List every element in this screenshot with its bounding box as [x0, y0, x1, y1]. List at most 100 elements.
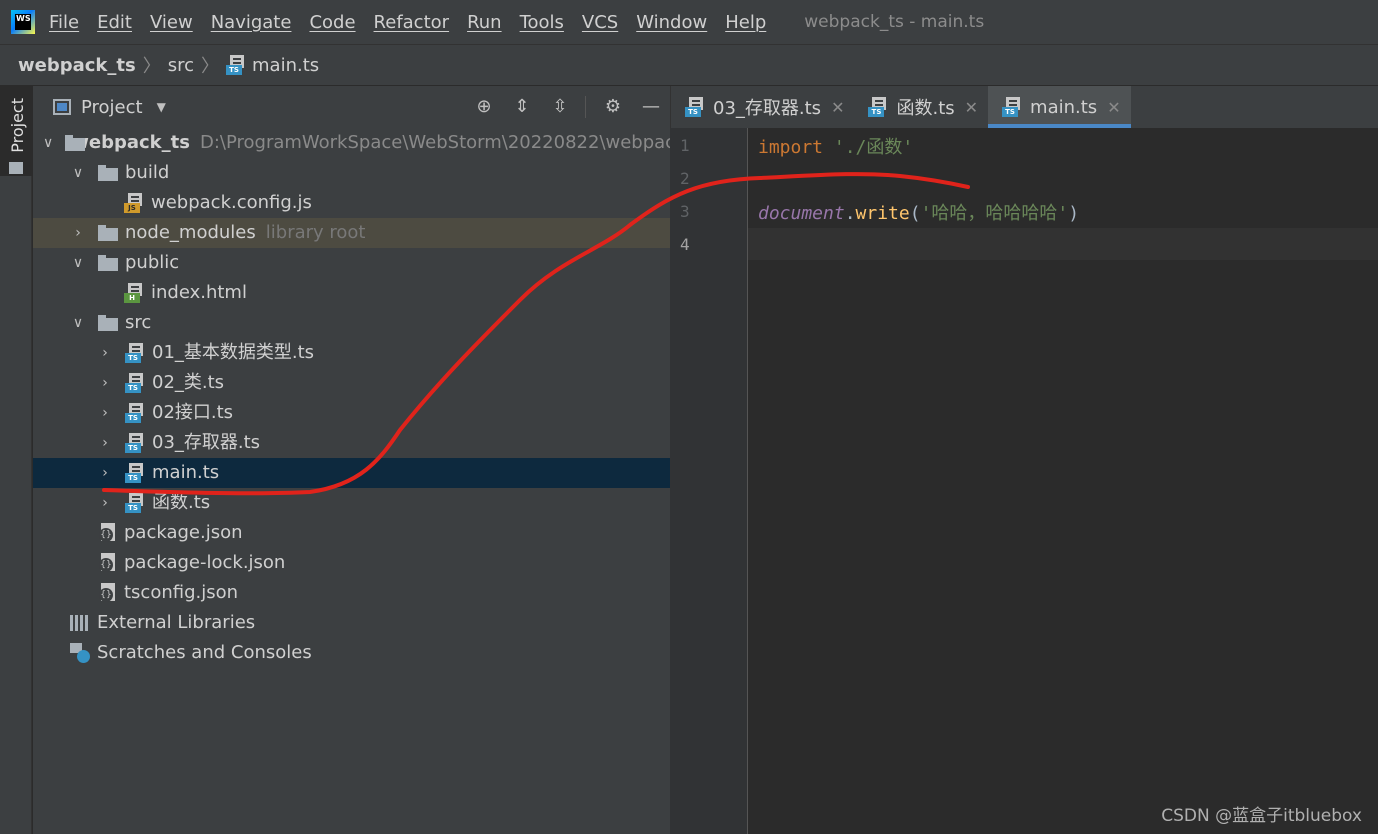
tree-node-external-libraries[interactable]: External Libraries [33, 608, 670, 638]
ts-file-icon: TS [685, 97, 705, 117]
chevron-down-icon[interactable]: ▼ [157, 100, 166, 114]
line-number: 1 [680, 136, 690, 155]
menu-edit[interactable]: Edit [97, 12, 132, 33]
tree-node-package-lock-json[interactable]: {} package-lock.json [33, 548, 670, 578]
tree-node-label: index.html [151, 282, 247, 303]
json-file-icon: {} [97, 553, 117, 573]
close-icon[interactable]: ✕ [831, 98, 844, 117]
close-icon[interactable]: ✕ [1107, 98, 1120, 117]
tree-node-label: src [125, 312, 152, 333]
folder-icon [98, 315, 118, 331]
ts-file-icon: TS [1002, 97, 1022, 117]
project-panel: Project ▼ ⊕ ⇕ ⇳ ⚙ — ∨ webpack_ts D:\Prog… [33, 86, 670, 834]
chevron-down-icon[interactable]: ∨ [70, 248, 86, 278]
tree-node-webpack-config[interactable]: JS webpack.config.js [33, 188, 670, 218]
tree-node-tsconfig-json[interactable]: {} tsconfig.json [33, 578, 670, 608]
tree-node-label: package.json [124, 522, 243, 543]
chevron-right-icon[interactable]: › [97, 338, 113, 368]
ts-file-icon: TS [125, 463, 145, 483]
tree-node-02-interface-ts[interactable]: › TS 02接口.ts [33, 398, 670, 428]
tree-node-index-html[interactable]: H index.html [33, 278, 670, 308]
breadcrumb-separator-icon: 〉 [201, 56, 219, 77]
line-number: 2 [680, 169, 690, 188]
chevron-down-icon[interactable]: ∨ [70, 158, 86, 188]
tab-main[interactable]: TS main.ts ✕ [988, 86, 1131, 128]
code-line-3[interactable]: document.write('哈哈，哈哈哈哈') [758, 199, 1079, 225]
menu-help[interactable]: Help [725, 12, 766, 33]
tree-node-01-ts[interactable]: › TS 01_基本数据类型.ts [33, 338, 670, 368]
chevron-right-icon[interactable]: › [70, 218, 86, 248]
folder-icon [9, 162, 23, 174]
project-tree: ∨ webpack_ts D:\ProgramWorkSpace\WebStor… [33, 128, 670, 668]
collapse-all-icon[interactable]: ⇳ [549, 96, 571, 118]
json-file-icon: {} [97, 583, 117, 603]
tree-node-label: node_modules [125, 222, 256, 243]
tab-function[interactable]: TS 函数.ts ✕ [854, 86, 988, 128]
menu-window[interactable]: Window [636, 12, 707, 33]
menu-code[interactable]: Code [309, 12, 355, 33]
tab-03-accessor[interactable]: TS 03_存取器.ts ✕ [671, 86, 854, 128]
tree-node-label: 函数.ts [152, 492, 211, 513]
tree-node-02-class-ts[interactable]: › TS 02_类.ts [33, 368, 670, 398]
tree-node-label: 02_类.ts [152, 372, 225, 393]
tree-node-main-ts[interactable]: › TS main.ts [33, 458, 670, 488]
chevron-down-icon[interactable]: ∨ [70, 308, 86, 338]
menu-run[interactable]: Run [467, 12, 502, 33]
chevron-right-icon[interactable]: › [97, 428, 113, 458]
project-tool-button[interactable]: Project [0, 86, 32, 176]
code-line-1[interactable]: import './函数' [758, 133, 913, 159]
menu-file[interactable]: File [49, 12, 79, 33]
ts-file-icon: TS [125, 373, 145, 393]
tree-node-public[interactable]: ∨ public [33, 248, 670, 278]
tree-node-label: 03_存取器.ts [152, 432, 261, 453]
breadcrumb-folder[interactable]: src [168, 55, 194, 76]
chevron-down-icon[interactable]: ∨ [43, 128, 53, 158]
ts-file-icon: TS [125, 433, 145, 453]
menu-vcs[interactable]: VCS [582, 12, 618, 33]
folder-icon [98, 255, 118, 271]
line-gutter[interactable]: 1 2 3 4 [670, 128, 748, 834]
tree-node-package-json[interactable]: {} package.json [33, 518, 670, 548]
webstorm-logo-icon[interactable]: WS [11, 10, 35, 34]
settings-icon[interactable]: ⚙ [602, 96, 624, 118]
ts-file-icon: TS [125, 343, 145, 363]
code-editor[interactable]: 1 2 3 4 import './函数' document.write('哈哈… [670, 128, 1378, 834]
menu-tools[interactable]: Tools [520, 12, 564, 33]
tree-node-function-ts[interactable]: › TS 函数.ts [33, 488, 670, 518]
tree-node-label: webpack_ts [72, 132, 190, 153]
library-root-hint: library root [265, 222, 366, 243]
tree-node-webpack-ts[interactable]: ∨ webpack_ts D:\ProgramWorkSpace\WebStor… [33, 128, 670, 158]
expand-all-icon[interactable]: ⇕ [511, 96, 533, 118]
breadcrumb-file[interactable]: main.ts [252, 55, 319, 76]
tree-node-label: main.ts [152, 462, 220, 483]
tree-node-node-modules[interactable]: › node_modules library root [33, 218, 670, 248]
menu-refactor[interactable]: Refactor [374, 12, 450, 33]
tree-node-src[interactable]: ∨ src [33, 308, 670, 338]
tree-node-build[interactable]: ∨ build [33, 158, 670, 188]
editor-tabs: TS 03_存取器.ts ✕ TS 函数.ts ✕ TS main.ts ✕ [670, 86, 1378, 128]
tree-node-label: tsconfig.json [124, 582, 239, 603]
tree-node-03-ts[interactable]: › TS 03_存取器.ts [33, 428, 670, 458]
folder-icon [98, 225, 118, 241]
chevron-right-icon[interactable]: › [97, 368, 113, 398]
tool-window-strip: Project [0, 86, 32, 834]
menu-navigate[interactable]: Navigate [211, 12, 292, 33]
project-view-selector[interactable]: Project [81, 97, 143, 118]
tree-node-scratches[interactable]: Scratches and Consoles [33, 638, 670, 668]
tree-node-path: D:\ProgramWorkSpace\WebStorm\20220822\we… [199, 132, 670, 153]
hide-icon[interactable]: — [640, 96, 662, 118]
tree-node-label: 02接口.ts [152, 402, 234, 423]
breadcrumb-separator-icon: 〉 [142, 56, 161, 77]
libraries-icon [70, 615, 90, 631]
close-icon[interactable]: ✕ [965, 98, 978, 117]
breadcrumb-project[interactable]: webpack_ts [18, 55, 136, 76]
tree-node-label: package-lock.json [124, 552, 286, 573]
chevron-right-icon[interactable]: › [97, 488, 113, 518]
tree-node-label: 01_基本数据类型.ts [152, 342, 315, 363]
ts-file-icon: TS [125, 493, 145, 513]
locate-icon[interactable]: ⊕ [473, 96, 495, 118]
chevron-right-icon[interactable]: › [97, 458, 113, 488]
project-view-icon [53, 99, 71, 115]
menu-view[interactable]: View [150, 12, 193, 33]
chevron-right-icon[interactable]: › [97, 398, 113, 428]
